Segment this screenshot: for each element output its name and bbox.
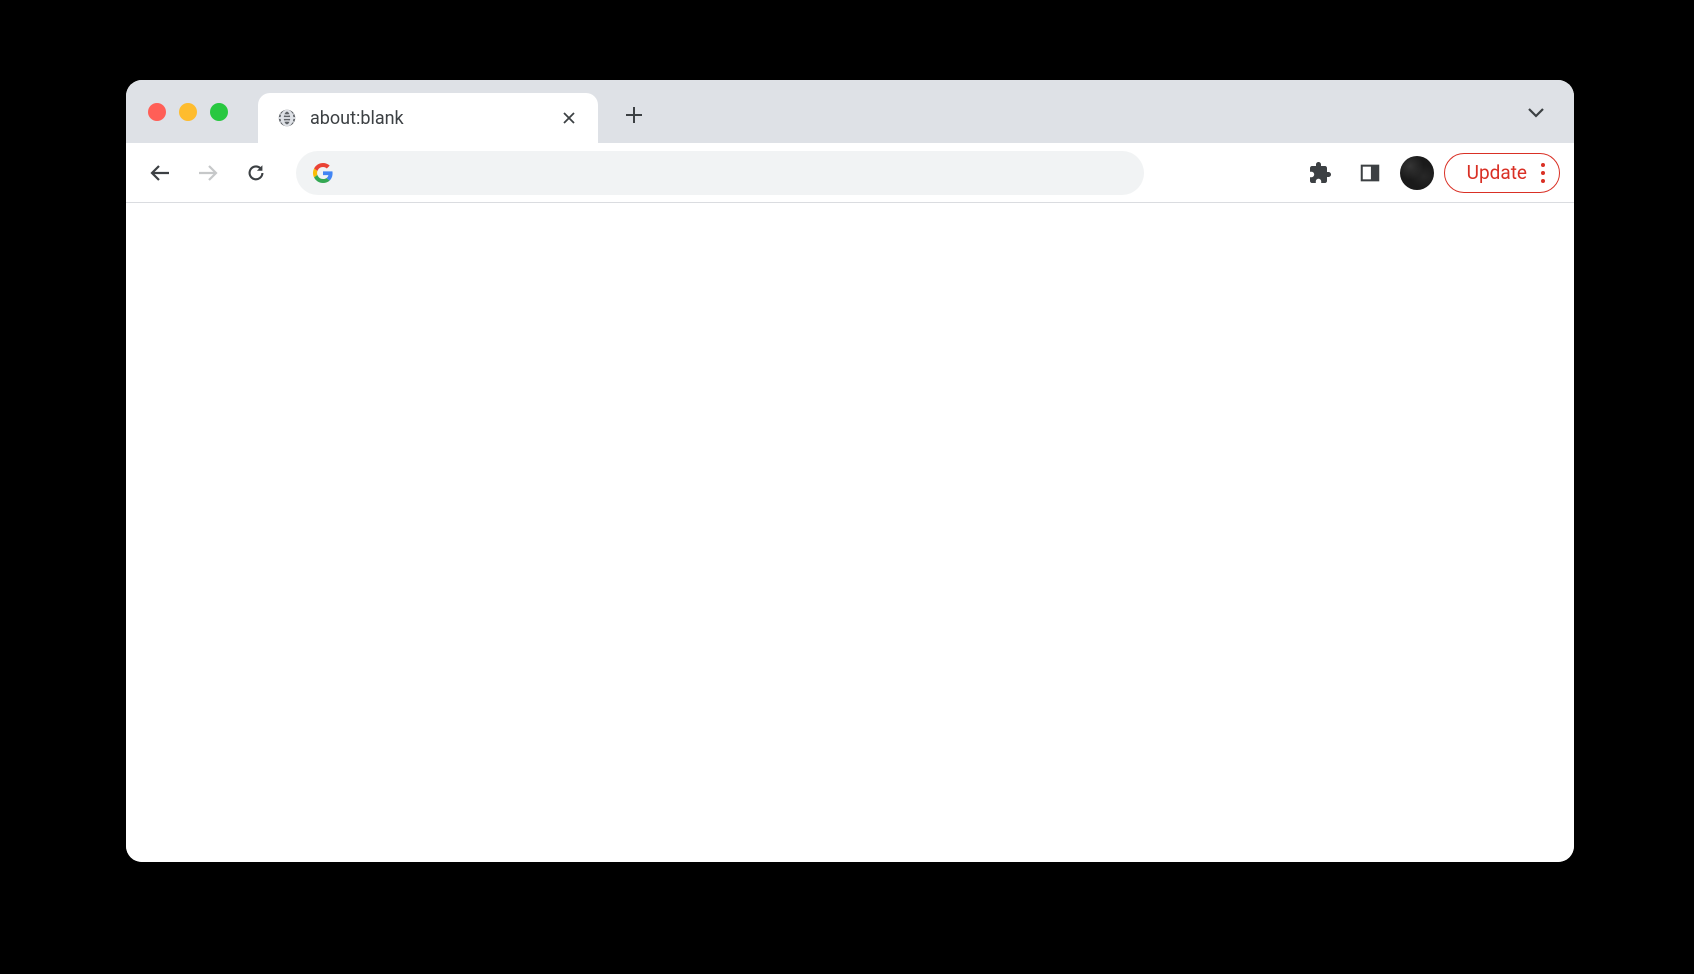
page-content <box>126 203 1574 862</box>
reload-icon <box>245 162 267 184</box>
toolbar: Update <box>126 143 1574 203</box>
window-controls <box>148 103 228 121</box>
update-label: Update <box>1467 161 1527 184</box>
update-button[interactable]: Update <box>1444 153 1560 193</box>
plus-icon <box>625 106 643 124</box>
window-minimize-button[interactable] <box>179 103 197 121</box>
tabs-dropdown-button[interactable] <box>1520 96 1552 128</box>
forward-button[interactable] <box>188 153 228 193</box>
puzzle-icon <box>1308 161 1332 185</box>
arrow-right-icon <box>196 161 220 185</box>
profile-avatar-button[interactable] <box>1400 156 1434 190</box>
tab-active[interactable]: about:blank <box>258 93 598 143</box>
address-input[interactable] <box>346 163 1128 183</box>
side-panel-button[interactable] <box>1350 153 1390 193</box>
tab-close-button[interactable] <box>558 107 580 129</box>
tab-title: about:blank <box>310 108 558 129</box>
new-tab-button[interactable] <box>616 97 652 133</box>
globe-icon <box>276 107 298 129</box>
toolbar-right: Update <box>1300 153 1560 193</box>
google-icon <box>312 162 334 184</box>
back-button[interactable] <box>140 153 180 193</box>
address-bar[interactable] <box>296 151 1144 195</box>
extensions-button[interactable] <box>1300 153 1340 193</box>
arrow-left-icon <box>148 161 172 185</box>
close-icon <box>562 111 576 125</box>
tab-bar: about:blank <box>126 80 1574 143</box>
kebab-menu-icon <box>1541 163 1545 183</box>
window-close-button[interactable] <box>148 103 166 121</box>
reload-button[interactable] <box>236 153 276 193</box>
chevron-down-icon <box>1527 106 1545 118</box>
browser-window: about:blank <box>126 80 1574 862</box>
window-maximize-button[interactable] <box>210 103 228 121</box>
side-panel-icon <box>1359 162 1381 184</box>
